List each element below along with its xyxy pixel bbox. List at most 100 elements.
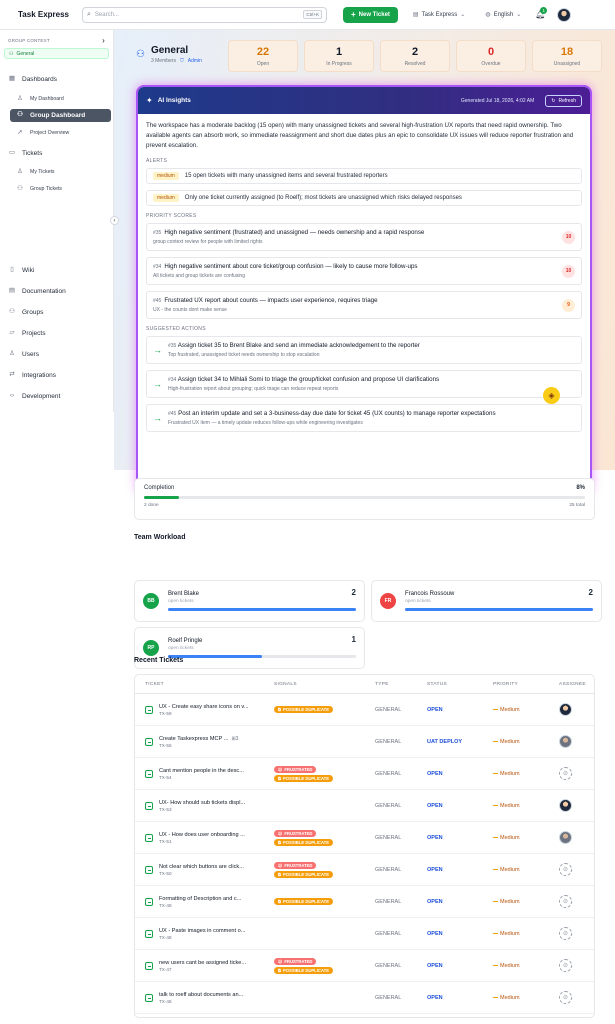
stat-open[interactable]: 22 Open — [228, 40, 298, 72]
notifications-button[interactable]: 🔔︎ 1 — [535, 6, 548, 20]
stat-unassigned[interactable]: 18 Unassigned — [532, 40, 602, 72]
ticket-status: OPEN — [427, 802, 443, 809]
ticket-key: TX-54 — [159, 774, 172, 780]
sidebar-item-tickets[interactable]: ▭ Tickets — [8, 149, 42, 157]
sidebar-item-dashboards[interactable]: ▦ Dashboards — [8, 75, 57, 83]
ai-assistant-button[interactable]: ◈ — [543, 387, 560, 404]
sidebar-item-project-overview[interactable]: ➚ Project Overview — [16, 129, 69, 137]
assignee-avatar[interactable] — [559, 799, 572, 812]
priority-item[interactable]: #45 Frustrated UX report about counts — i… — [146, 291, 582, 319]
ticket-type: GENERAL — [375, 834, 402, 841]
table-row[interactable]: UX - Paste images in comment o... TX-48 … — [135, 918, 594, 950]
unassigned-icon[interactable]: ⊘ — [559, 895, 572, 908]
user-icon: ♙ — [17, 94, 23, 102]
group-header: ⚇ General 3 Members ⛉ Admin — [136, 45, 202, 64]
sidebar-item-development[interactable]: ‹› Development — [8, 392, 60, 400]
column-priority[interactable]: PRIORITY — [493, 682, 553, 687]
ticket-title[interactable]: Not clear which buttons are click... — [159, 864, 244, 870]
unassigned-icon[interactable]: ⊘ — [559, 991, 572, 1004]
app-logo[interactable]: Task Express — [18, 10, 82, 19]
sidebar-item-wiki[interactable]: ▯ Wiki — [8, 266, 34, 274]
column-ticket[interactable]: TICKET — [135, 682, 274, 687]
member-name: Brent Blake — [168, 591, 200, 597]
unassigned-icon[interactable]: ⊘ — [559, 959, 572, 972]
column-status[interactable]: STATUS — [427, 682, 493, 687]
sidebar-item-documentation[interactable]: ▤ Documentation — [8, 287, 66, 295]
new-ticket-button[interactable]: + New Ticket — [343, 6, 398, 23]
action-item[interactable]: → #35 Assign ticket 35 to Brent Blake an… — [146, 336, 582, 364]
completion-progress-bar — [144, 496, 585, 499]
assignee-avatar[interactable] — [559, 703, 572, 716]
sidebar-item-my-dashboard[interactable]: ♙ My Dashboard — [16, 95, 64, 103]
ticket-cell: talk to roelf about documents an... TX-4… — [135, 992, 274, 1004]
action-item[interactable]: → #45 Post an interim update and set a 3… — [146, 404, 582, 432]
collapse-sidebar-button[interactable]: ‹ — [110, 216, 119, 225]
ticket-title[interactable]: Create Taskexpress MCP ... — [159, 736, 228, 742]
sidebar-item-users[interactable]: ♙ Users — [8, 350, 39, 358]
sidebar-item-groups[interactable]: ⚇ Groups — [8, 308, 43, 316]
table-row[interactable]: Cant mention people in the desc... TX-54… — [135, 758, 594, 790]
stat-value: 18 — [560, 46, 574, 58]
table-row[interactable]: UX - How does user onboarding ... TX-51 … — [135, 822, 594, 854]
table-row[interactable]: UX - Create easy share icons on v... TX-… — [135, 694, 594, 726]
copy-icon: ⧉ — [278, 839, 281, 845]
column-signals[interactable]: SIGNALS — [274, 682, 375, 687]
sidebar-item-group-tickets[interactable]: ⚇ Group Tickets — [16, 185, 62, 193]
ticket-title[interactable]: UX - How does user onboarding ... — [159, 832, 245, 838]
table-row[interactable]: talk to roelf about documents an... TX-4… — [135, 982, 594, 1014]
sidebar-item-group-dashboard[interactable]: ⚇ Group Dashboard — [10, 109, 111, 122]
workload-card[interactable]: BB Brent Blake open tickets 2 — [134, 580, 365, 622]
ticket-title[interactable]: new users cant be assigned ticke... — [159, 960, 246, 966]
stat-overdue[interactable]: 0 Overdue — [456, 40, 526, 72]
ticket-title[interactable]: UX - Create easy share icons on v... — [159, 704, 248, 710]
unassigned-icon[interactable]: ⊘ — [559, 767, 572, 780]
ticket-title[interactable]: Formatting of Description and c... — [159, 896, 241, 902]
ticket-cell: new users cant be assigned ticke... TX-4… — [135, 960, 274, 972]
column-assignee[interactable]: ASSIGNEE — [553, 682, 594, 687]
chevron-right-icon[interactable]: › — [102, 36, 105, 45]
group-selector[interactable]: ⚇ General — [4, 48, 109, 59]
table-row[interactable]: Not clear which buttons are click... TX-… — [135, 854, 594, 886]
workload-bar-fill — [168, 608, 356, 611]
workload-card[interactable]: FR Francois Rossouw open tickets 2 — [371, 580, 602, 622]
member-avatar: BB — [143, 593, 159, 609]
ticket-title[interactable]: talk to roelf about documents an... — [159, 992, 243, 998]
signals-cell: ⧉ POSSIBLE DUPLICATE — [274, 705, 375, 714]
user-avatar[interactable] — [557, 7, 572, 22]
language-selector[interactable]: ◍ English ⌄ — [485, 11, 521, 19]
refresh-button[interactable]: ↻ Refresh — [545, 94, 582, 107]
ticket-cell: Create Taskexpress MCP ... ⊞3 TX-55 — [135, 736, 274, 748]
ticket-title[interactable]: UX - Paste images in comment o... — [159, 928, 245, 934]
ticket-title[interactable]: UX- How should sub tickets displ... — [159, 800, 245, 806]
table-row[interactable]: Create Taskexpress MCP ... ⊞3 TX-55 GENER… — [135, 726, 594, 758]
ticket-icon: ▭ — [8, 148, 16, 156]
users-icon: ⚇ — [17, 184, 23, 192]
workload-bar — [168, 608, 356, 611]
stat-value: 2 — [411, 46, 419, 58]
table-row[interactable]: new users cant be assigned ticke... TX-4… — [135, 950, 594, 982]
stat-in-progress[interactable]: 1 In Progress — [304, 40, 374, 72]
ticket-cell: UX- How should sub tickets displ... TX-5… — [135, 800, 274, 812]
search-input[interactable]: ⌕ Search... Ctrl+K — [82, 6, 327, 23]
table-row[interactable]: UX- How should sub tickets displ... TX-5… — [135, 790, 594, 822]
assignee-avatar[interactable] — [559, 831, 572, 844]
workspace-selector[interactable]: ▤ Task Express ⌄ — [413, 11, 465, 19]
priority-item[interactable]: #35 High negative sentiment (frustrated) … — [146, 223, 582, 251]
ticket-priority: Medium — [493, 899, 553, 905]
ticket-priority: Medium — [493, 803, 553, 809]
assignee-avatar[interactable] — [559, 735, 572, 748]
action-item[interactable]: → #34 Assign ticket 34 to Mihlali Somi t… — [146, 370, 582, 398]
unassigned-icon[interactable]: ⊘ — [559, 863, 572, 876]
priority-item[interactable]: #34 High negative sentiment about core ti… — [146, 257, 582, 285]
sidebar-item-my-tickets[interactable]: ♙ My Tickets — [16, 168, 54, 176]
plus-icon: + — [351, 10, 356, 19]
ticket-cell: Not clear which buttons are click... TX-… — [135, 864, 274, 876]
unassigned-icon[interactable]: ⊘ — [559, 927, 572, 940]
sidebar-item-integrations[interactable]: ⇄ Integrations — [8, 371, 56, 379]
sidebar-item-projects[interactable]: ▱ Projects — [8, 329, 46, 337]
table-row[interactable]: Formatting of Description and c... TX-49… — [135, 886, 594, 918]
ticket-title[interactable]: Cant mention people in the desc... — [159, 768, 244, 774]
column-type[interactable]: TYPE — [375, 682, 427, 687]
stat-resolved[interactable]: 2 Resolved — [380, 40, 450, 72]
assignee-cell: ⊘ — [553, 959, 594, 972]
